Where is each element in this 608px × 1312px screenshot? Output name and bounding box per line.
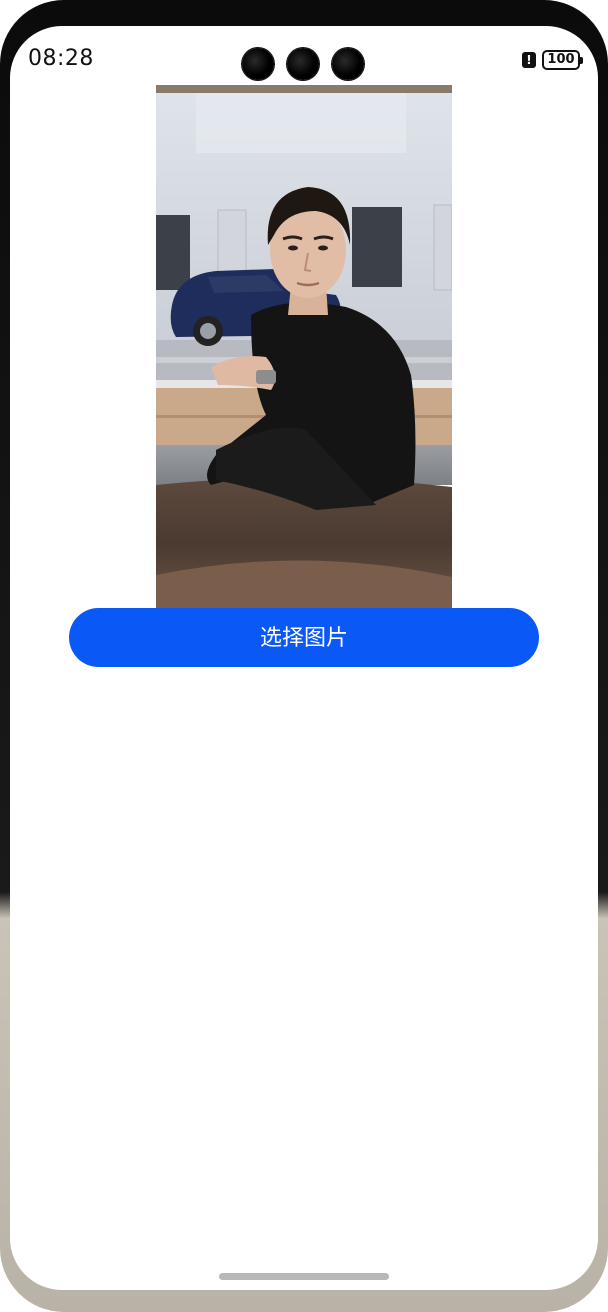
status-time: 08:28 <box>28 46 94 71</box>
selected-photo[interactable] <box>156 85 452 608</box>
camera-cutout <box>242 48 366 82</box>
battery-level: 100 <box>547 52 575 67</box>
photo-image <box>156 85 452 608</box>
battery-icon: 100 <box>542 50 583 70</box>
screen: 08:28 ! 100 选择图片 <box>10 26 598 1290</box>
camera-lens-icon <box>242 48 274 80</box>
camera-lens-icon <box>332 48 364 80</box>
camera-lens-icon <box>287 48 319 80</box>
status-indicators: ! 100 <box>522 50 583 70</box>
home-indicator[interactable] <box>219 1273 389 1280</box>
alert-icon: ! <box>522 52 536 68</box>
device-frame: 08:28 ! 100 选择图片 <box>0 0 608 1312</box>
select-image-button[interactable]: 选择图片 <box>69 608 539 667</box>
